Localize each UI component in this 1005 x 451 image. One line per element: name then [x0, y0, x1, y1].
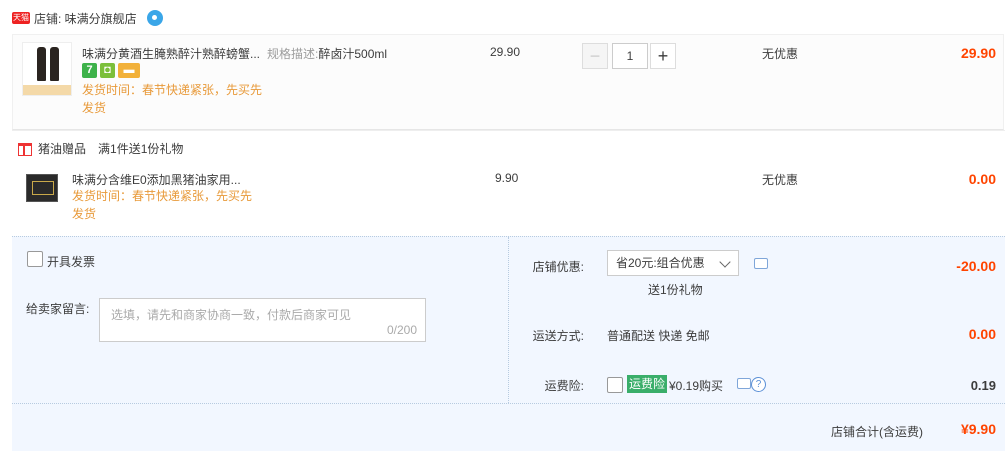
discount-info: 无优惠: [762, 47, 799, 61]
item-subtotal: 0.00: [968, 171, 996, 187]
sku-value: 醉卤汁500ml: [318, 47, 388, 61]
quantity-input[interactable]: 1: [612, 43, 648, 69]
product-title[interactable]: 味满分黄酒生腌熟醉汁熟醉螃蟹...: [82, 45, 260, 62]
ship-note: 发货时间：春节快递紧张，先买先发货: [82, 83, 263, 115]
coupon-selected: 省20元:组合优惠: [616, 256, 705, 270]
panel-divider: [12, 403, 1005, 404]
message-label: 给卖家留言:: [26, 302, 90, 316]
coupon-amount: -20.00: [956, 258, 996, 274]
help-icon[interactable]: ?: [751, 377, 766, 392]
coupon-select[interactable]: 省20元:组合优惠: [607, 250, 739, 276]
shipping-label: 运送方式:: [532, 329, 584, 343]
coupon-label: 店铺优惠:: [532, 260, 584, 274]
item-subtotal: 29.90: [960, 45, 996, 61]
chat-seller-icon[interactable]: [147, 10, 163, 26]
discount-info: 无优惠: [762, 173, 799, 187]
comment-icon[interactable]: [737, 378, 751, 389]
gift-product-thumbnail[interactable]: [22, 170, 64, 206]
increase-quantity-button[interactable]: +: [650, 43, 676, 69]
gift-product-title[interactable]: 味满分含维E0添加黑猪油家用...: [72, 171, 241, 188]
shipping-amount: 0.00: [968, 326, 996, 342]
seven-day-return-icon[interactable]: 7: [82, 63, 97, 78]
unit-price: 29.90: [490, 45, 521, 59]
decrease-quantity-button[interactable]: −: [582, 43, 608, 69]
shop-total-label: 店铺合计(含运费): [831, 425, 923, 439]
insurance-checkbox[interactable]: [607, 377, 623, 393]
shield-icon[interactable]: ◘: [100, 63, 115, 78]
gift-desc: 满1件送1份礼物: [98, 142, 184, 156]
insurance-label: 运费险:: [544, 379, 584, 393]
message-char-count: 0/200: [386, 323, 417, 337]
sku-label: 规格描述:: [267, 47, 319, 61]
shop-name[interactable]: 店铺: 味满分旗舰店: [34, 10, 137, 27]
ship-note: 发货时间：春节快递紧张，先买先发货: [72, 189, 253, 221]
gift-label: 猪油赠品: [38, 142, 87, 156]
shipping-method: 普通配送 快递 免邮: [607, 329, 710, 343]
comment-icon[interactable]: [754, 258, 768, 269]
insurance-amount: 0.19: [970, 378, 996, 393]
message-placeholder: 选填，请先和商家协商一致，付款后商家可见: [111, 308, 352, 322]
coupon-gift-note: 送1份礼物: [648, 283, 703, 297]
row-divider: [12, 130, 1005, 131]
chevron-down-icon: [719, 256, 731, 268]
invoice-label[interactable]: 开具发票: [47, 253, 95, 270]
insurance-tag: 运费险: [627, 375, 668, 393]
product-thumbnail[interactable]: [22, 42, 72, 96]
insurance-price: ¥0.19购买: [669, 379, 724, 393]
gift-row: 猪油赠品 满1件送1份礼物: [18, 140, 183, 158]
tmall-badge: 天猫: [12, 12, 30, 24]
gift-icon: [18, 143, 32, 157]
seller-message-input[interactable]: 选填，请先和商家协商一致，付款后商家可见 0/200: [99, 298, 426, 342]
product-sku: 规格描述:醉卤汁500ml: [267, 45, 387, 62]
service-icons: 7 ◘ ▬: [82, 63, 143, 79]
invoice-checkbox[interactable]: [27, 251, 43, 267]
unit-price: 9.90: [495, 171, 519, 185]
shop-total-amount: ¥9.90: [960, 421, 996, 437]
card-icon[interactable]: ▬: [118, 63, 140, 78]
